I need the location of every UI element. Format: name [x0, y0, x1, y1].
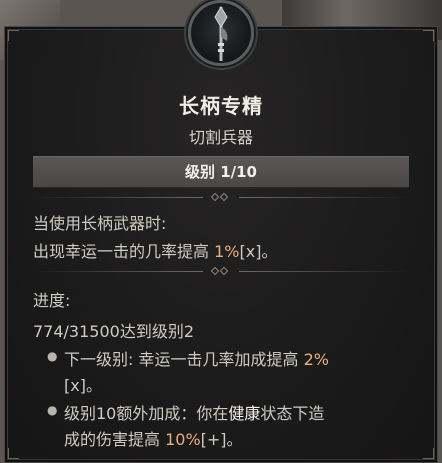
progress-text: 774/31500达到级别2 [33, 322, 195, 341]
bonus-prefix: 级别10额外加成：你在 [64, 404, 229, 423]
bullet-icon: ● [47, 403, 58, 417]
divider [33, 266, 409, 278]
skill-emblem [188, 0, 254, 66]
next-level-value: 2% [303, 350, 329, 369]
effect-prefix: 出现幸运一击的几率提高 [33, 242, 215, 261]
bonus-keyword: 健康 [228, 404, 261, 423]
next-level-prefix: 下一级别: 幸运一击几率加成提高 [64, 350, 304, 369]
bonus-line2-prefix: 成的伤害提高 [64, 430, 166, 449]
level-label: 级别 1/10 [184, 163, 257, 181]
polearm-icon [214, 6, 228, 61]
corner-ornament [8, 30, 19, 41]
condition-text: 当使用长柄武器时: [33, 214, 167, 233]
bonus-suffix: 状态下造 [260, 404, 325, 423]
corner-ornament [423, 30, 434, 41]
next-level-line: 下一级别: 幸运一击几率加成提高 2% [64, 346, 329, 370]
effect-value: 1% [214, 242, 240, 261]
skill-title: 长柄专精 [179, 94, 263, 118]
corner-ornament [423, 448, 434, 459]
bonus-line-2: 成的伤害提高 10%[+]。 [64, 426, 243, 450]
effect-suffix: [x]。 [239, 242, 278, 261]
progress-label: 进度: [33, 291, 71, 310]
bullet-icon: ● [47, 349, 58, 363]
skill-category: 切割兵器 [188, 128, 253, 147]
bonus-value: 10% [165, 430, 201, 449]
level-banner: 级别 1/10 [33, 156, 409, 188]
corner-ornament [8, 448, 19, 459]
effect-line: 出现幸运一击的几率提高 1%[x]。 [33, 238, 277, 262]
next-level-suffix: [x]。 [64, 376, 102, 395]
bonus-line2-suffix: [+]。 [200, 430, 243, 449]
bonus-line-1: 级别10额外加成：你在健康状态下造 [64, 400, 324, 424]
divider [33, 192, 409, 204]
